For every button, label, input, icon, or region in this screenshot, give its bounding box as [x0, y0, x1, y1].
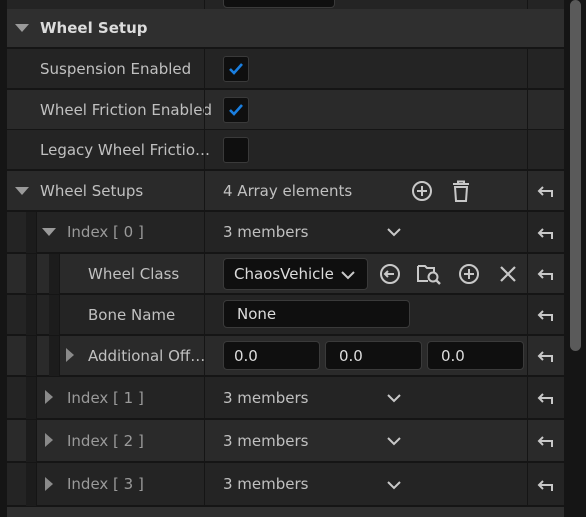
array-element-row: Index [ 1 ] 3 members: [7, 377, 564, 419]
chevron-down-icon[interactable]: [385, 434, 403, 448]
element-members: 3 members: [223, 388, 309, 407]
array-count: 4 Array elements: [223, 181, 353, 200]
offset-z-input[interactable]: 0.0: [427, 341, 524, 370]
property-row-legacy: Legacy Wheel Frictio…: [7, 130, 564, 170]
collapse-arrow-icon[interactable]: [42, 228, 56, 236]
category-header[interactable]: Wheel Setup: [7, 9, 564, 47]
wheel-class-value: ChaosVehicle: [234, 265, 334, 283]
wheel-class-combo[interactable]: ChaosVehicle: [223, 258, 368, 290]
element-members: 3 members: [223, 223, 309, 241]
expand-arrow-icon[interactable]: [66, 348, 74, 362]
browse-icon[interactable]: [415, 261, 443, 287]
property-row-additional-offset: Additional Off… 0.0 0.0 0.0: [7, 336, 564, 376]
property-label: Legacy Wheel Frictio…: [40, 140, 211, 159]
array-element-row: Index [ 3 ] 3 members: [7, 463, 564, 506]
add-icon[interactable]: [457, 262, 481, 286]
property-label: Wheel Friction Enabled: [40, 100, 212, 119]
reset-icon[interactable]: [534, 475, 556, 495]
property-label: Additional Off…: [88, 346, 206, 365]
array-label: Wheel Setups: [40, 181, 144, 200]
scrollbar-thumb[interactable]: [570, 0, 581, 351]
array-element-row: Index [ 2 ] 3 members: [7, 420, 564, 462]
category-title: Wheel Setup: [40, 19, 148, 37]
array-row-wheel-setups: Wheel Setups 4 Array elements: [7, 171, 564, 211]
reset-icon[interactable]: [534, 431, 556, 451]
reset-icon[interactable]: [534, 388, 556, 408]
collapse-arrow-icon[interactable]: [15, 187, 29, 195]
expand-arrow-icon[interactable]: [45, 477, 53, 491]
property-label: Suspension Enabled: [40, 59, 192, 78]
reset-icon[interactable]: [534, 223, 556, 243]
collapse-arrow-icon[interactable]: [15, 24, 29, 32]
property-row-bone-name: Bone Name None: [7, 295, 564, 335]
add-icon[interactable]: [410, 179, 434, 203]
legacy-checkbox[interactable]: [223, 137, 249, 163]
property-row-wheel-class: Wheel Class ChaosVehicle: [7, 254, 564, 294]
array-element-label: Index [ 2 ]: [67, 431, 144, 450]
property-row-friction: Wheel Friction Enabled: [7, 90, 564, 130]
property-row-suspension: Suspension Enabled: [7, 49, 564, 89]
expand-arrow-icon[interactable]: [45, 390, 53, 404]
chevron-down-icon[interactable]: [385, 478, 403, 492]
next-row: [7, 507, 564, 517]
friction-checkbox[interactable]: [223, 97, 249, 123]
array-element-label: Index [ 0 ]: [67, 223, 144, 241]
element-members: 3 members: [223, 431, 309, 450]
use-selected-icon[interactable]: [378, 262, 402, 286]
reset-icon[interactable]: [534, 346, 556, 366]
clear-icon[interactable]: [497, 263, 519, 285]
chevron-down-icon[interactable]: [385, 391, 403, 405]
property-label: Bone Name: [88, 305, 176, 324]
suspension-checkbox[interactable]: [223, 56, 249, 82]
checkmark-icon: [229, 63, 243, 75]
bone-name-input[interactable]: None: [223, 300, 410, 328]
element-members: 3 members: [223, 475, 309, 493]
reset-icon[interactable]: [534, 264, 556, 284]
chevron-down-icon: [341, 271, 355, 280]
reset-icon[interactable]: [534, 305, 556, 325]
previous-field: [223, 0, 335, 8]
scrollbar-track[interactable]: [566, 0, 586, 517]
offset-y-input[interactable]: 0.0: [325, 341, 422, 370]
previous-row: [7, 0, 564, 9]
reset-icon[interactable]: [534, 181, 556, 201]
trash-icon[interactable]: [449, 178, 473, 204]
checkmark-icon: [229, 104, 243, 116]
chevron-down-icon[interactable]: [385, 225, 403, 239]
array-element-row: Index [ 0 ] 3 members: [7, 212, 564, 253]
property-label: Wheel Class: [88, 264, 180, 283]
array-element-label: Index [ 1 ]: [67, 388, 144, 407]
expand-arrow-icon[interactable]: [45, 433, 53, 447]
offset-x-input[interactable]: 0.0: [223, 341, 320, 370]
array-element-label: Index [ 3 ]: [67, 475, 144, 493]
